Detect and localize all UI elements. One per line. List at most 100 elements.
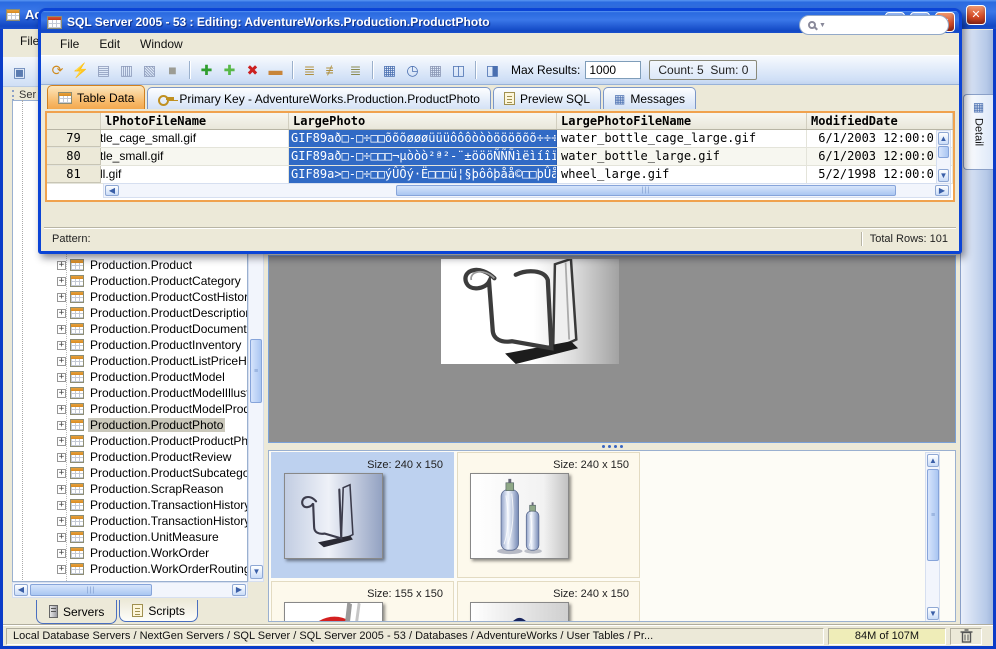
trash-section[interactable] (950, 627, 982, 645)
filter-script-icon[interactable]: ≣ (299, 60, 320, 81)
cell-large-photo-file-name[interactable]: water_bottle_cage_large.gif (557, 130, 807, 147)
tree-hscroll-right-button[interactable]: ▶ (232, 584, 246, 596)
expand-icon[interactable]: + (57, 468, 66, 478)
sidebar-item-production-productdescription[interactable]: + Production.ProductDescription (13, 305, 247, 321)
thumbnail-cell-cage[interactable]: Size: 240 x 150 (271, 452, 454, 578)
thumbnail-cell-wheel[interactable]: Size: 155 x 150 (271, 581, 454, 621)
menu-window[interactable]: Window (131, 35, 192, 53)
expand-icon[interactable]: + (57, 340, 66, 350)
cell-thumbnail-photo-file-name[interactable]: tle_cage_small.gif (101, 130, 289, 147)
cell-large-photo-file-name[interactable]: wheel_large.gif (557, 166, 807, 183)
grid-hscroll-right-button[interactable]: ▶ (935, 185, 949, 196)
sidebar-item-production-productreview[interactable]: + Production.ProductReview (13, 449, 247, 465)
find-row-icon[interactable]: ◨ (482, 60, 503, 81)
cell-modified-date[interactable]: 6/1/2003 12:00:0 (807, 130, 953, 147)
sidebar-item-production-productcategory[interactable]: + Production.ProductCategory (13, 273, 247, 289)
tab-servers[interactable]: Servers (36, 600, 118, 624)
row-number[interactable]: 79 (47, 130, 101, 147)
duplicate-row-icon[interactable]: ✚ (219, 60, 240, 81)
grid-icon[interactable]: ▦ (379, 60, 400, 81)
grid-vscroll-up-button[interactable]: ▲ (938, 132, 949, 145)
delete-row-icon[interactable]: ✖ (242, 60, 263, 81)
thumbnail-cell-jersey[interactable]: Size: 240 x 150 (457, 581, 640, 621)
grid-hscroll-thumb[interactable]: ||| (396, 185, 896, 196)
menu-edit[interactable]: Edit (90, 35, 129, 53)
script-grid-icon[interactable]: ≣ (345, 60, 366, 81)
thumbnails-vscroll-down-button[interactable]: ▼ (927, 607, 939, 620)
thumbnails-vscroll-up-button[interactable]: ▲ (927, 454, 939, 467)
grid-hscroll-left-button[interactable]: ◀ (105, 185, 119, 196)
sidebar-item-production-productphoto[interactable]: + Production.ProductPhoto (13, 417, 247, 433)
expand-icon[interactable]: + (57, 500, 66, 510)
memory-indicator[interactable]: 84M of 107M (828, 627, 946, 645)
insert-row-icon[interactable]: ✚ (196, 60, 217, 81)
search-input[interactable] (828, 19, 929, 31)
column-icon[interactable]: ◫ (448, 60, 469, 81)
cell-large-photo[interactable]: GIF89a>□-□÷□□ýÛÔý·Ë□□□ü¦§þôôþåå©□□þÛå] (289, 166, 557, 183)
search-box[interactable]: ▼ (799, 15, 949, 35)
expand-icon[interactable]: + (57, 372, 66, 382)
cell-modified-date[interactable]: 6/1/2003 12:00:0 (807, 148, 953, 165)
tab-table-data[interactable]: Table Data (47, 85, 146, 109)
cell-large-photo-file-name[interactable]: water_bottle_large.gif (557, 148, 807, 165)
grid-vertical-scrollbar[interactable]: ▲ ▼ (936, 130, 951, 184)
cell-modified-date[interactable]: 5/2/1998 12:00:0 (807, 166, 953, 183)
export-icon[interactable]: ▧ (139, 60, 160, 81)
tab-detail[interactable]: ▦ Detail (963, 94, 993, 170)
grid-vscroll-thumb[interactable] (938, 146, 949, 158)
row-number[interactable]: 80 (47, 148, 101, 165)
sidebar-item-production-productinventory[interactable]: + Production.ProductInventory (13, 337, 247, 353)
calendar-icon[interactable]: ▦ (425, 60, 446, 81)
sidebar-item-production-transactionhistory[interactable]: + Production.TransactionHistory (13, 497, 247, 513)
cell-thumbnail-photo-file-name[interactable]: tle_small.gif (101, 148, 289, 165)
tree-hscroll-thumb[interactable]: ||| (30, 584, 152, 596)
max-results-input[interactable] (585, 61, 642, 79)
tree-vscroll-thumb[interactable]: ≡ (250, 339, 262, 403)
thumbnails-vscroll-thumb[interactable]: ≡ (927, 469, 939, 561)
expand-icon[interactable]: + (57, 404, 66, 414)
sidebar-item-production-productlistpricehist[interactable]: + Production.ProductListPriceHist (13, 353, 247, 369)
column-header-ModifiedDate[interactable]: ModifiedDate (807, 113, 953, 129)
sidebar-item-production-productproductphot[interactable]: + Production.ProductProductPhot (13, 433, 247, 449)
chevron-down-icon[interactable]: ▼ (819, 22, 826, 29)
sidebar-item-production-product[interactable]: + Production.Product (13, 257, 247, 273)
rollback-icon[interactable]: ▥ (116, 60, 137, 81)
tree-vscroll-down-button[interactable]: ▼ (250, 565, 263, 579)
expand-icon[interactable]: + (57, 292, 66, 302)
sidebar-item-production-workorder[interactable]: + Production.WorkOrder (13, 545, 247, 561)
tree-hscroll-left-button[interactable]: ◀ (14, 584, 28, 596)
expand-icon[interactable]: + (57, 388, 66, 398)
sidebar-item-production-productmodelprodu[interactable]: + Production.ProductModelProdu (13, 401, 247, 417)
row-number[interactable]: 81 (47, 166, 101, 183)
sidebar-item-production-scrapreason[interactable]: + Production.ScrapReason (13, 481, 247, 497)
sidebar-item-production-productmodel[interactable]: + Production.ProductModel (13, 369, 247, 385)
tab-primary-key-adventureworks-production-productphoto[interactable]: Primary Key - AdventureWorks.Production.… (147, 87, 491, 109)
expand-icon[interactable]: + (57, 356, 66, 366)
expand-icon[interactable]: + (57, 564, 66, 574)
expand-icon[interactable]: + (57, 276, 66, 286)
grid-vscroll-down-button[interactable]: ▼ (938, 169, 949, 182)
cell-large-photo[interactable]: GIF89að□-□÷□□õõõøøøüüüôôôòòòöööõõõ÷÷÷ (289, 130, 557, 147)
sidebar-item-production-productcosthistory[interactable]: + Production.ProductCostHistory (13, 289, 247, 305)
expand-icon[interactable]: + (57, 436, 66, 446)
grid-horizontal-scrollbar[interactable]: ◀ ||| ▶ (103, 183, 951, 198)
expand-icon[interactable]: + (57, 532, 66, 542)
expand-icon[interactable]: + (57, 516, 66, 526)
expand-icon[interactable]: + (57, 308, 66, 318)
main-close-button[interactable]: ✕ (966, 4, 986, 25)
expand-icon[interactable]: + (57, 324, 66, 334)
expand-icon[interactable]: + (57, 420, 66, 430)
splitter-handle[interactable] (268, 443, 956, 450)
thumbnails-vertical-scrollbar[interactable]: ▲ ≡ ▼ (925, 452, 940, 621)
sidebar-item-production-unitmeasure[interactable]: + Production.UnitMeasure (13, 529, 247, 545)
column-header-lPhotoFileName[interactable]: lPhotoFileName (101, 113, 289, 129)
expand-icon[interactable]: + (57, 452, 66, 462)
expand-icon[interactable]: + (57, 484, 66, 494)
sidebar-item-production-productsubcategory[interactable]: + Production.ProductSubcategory (13, 465, 247, 481)
commit-icon[interactable]: ▤ (93, 60, 114, 81)
column-header-LargePhotoFileName[interactable]: LargePhotoFileName (557, 113, 807, 129)
connect-icon[interactable]: ⚡ (70, 60, 91, 81)
refresh-icon[interactable]: ⟳ (47, 60, 68, 81)
tab-messages[interactable]: ▦ Messages (603, 87, 697, 109)
grid-clock-icon[interactable]: ◷ (402, 60, 423, 81)
